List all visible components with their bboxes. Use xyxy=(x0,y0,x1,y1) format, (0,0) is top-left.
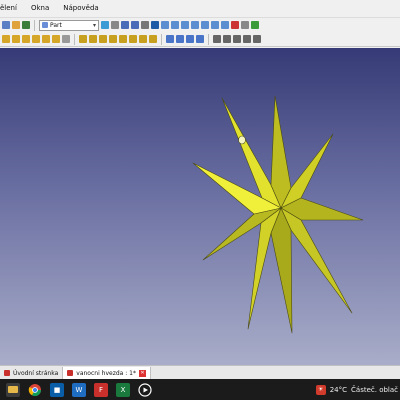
make-face-icon[interactable] xyxy=(129,35,137,43)
cone-icon[interactable] xyxy=(32,35,40,43)
ruled-surface-icon[interactable] xyxy=(139,35,147,43)
macro-icon[interactable] xyxy=(2,21,10,29)
store-icon[interactable]: ■ xyxy=(50,382,64,397)
file-explorer-icon[interactable] xyxy=(6,382,20,397)
separator xyxy=(161,33,162,45)
fuse-icon[interactable] xyxy=(186,35,194,43)
menu-bar: ělení Okna Nápověda xyxy=(0,0,400,16)
tab-label: Úvodní stránka xyxy=(13,369,59,377)
cut-icon[interactable] xyxy=(176,35,184,43)
primitives-icon[interactable] xyxy=(62,35,70,43)
separator xyxy=(34,19,35,31)
run-macro-icon[interactable] xyxy=(251,21,259,29)
close-icon[interactable]: ✕ xyxy=(139,369,146,377)
windows-taskbar: ■ W F X ☀ 24°C Částeč. oblač xyxy=(0,379,400,400)
measure-toggle-icon[interactable] xyxy=(253,35,261,43)
weather-text: Částeč. oblač xyxy=(351,385,398,394)
redo-icon[interactable] xyxy=(22,21,30,29)
view-front-icon[interactable] xyxy=(171,21,179,29)
freecad-taskbar-icon[interactable]: F xyxy=(94,382,108,397)
separator xyxy=(74,33,75,45)
stereo-icon[interactable] xyxy=(151,21,159,29)
torus-icon[interactable] xyxy=(42,35,50,43)
loft-icon[interactable] xyxy=(149,35,157,43)
view-fit-selection-icon[interactable] xyxy=(131,21,139,29)
tab-vanocni-hvezda[interactable]: vanocni hvezda : 1* ✕ xyxy=(63,367,151,379)
hanging-hole xyxy=(238,135,246,145)
menu-view[interactable]: ělení xyxy=(0,4,17,12)
star-ray-face xyxy=(280,133,334,209)
chamfer-icon[interactable] xyxy=(119,35,127,43)
boolean-icon[interactable] xyxy=(166,35,174,43)
view-bottom-icon[interactable] xyxy=(211,21,219,29)
excel-icon[interactable]: X xyxy=(116,382,130,397)
tab-label: vanocni hvezda : 1* xyxy=(76,369,136,377)
common-icon[interactable] xyxy=(196,35,204,43)
extrude-icon[interactable] xyxy=(79,35,87,43)
view-iso-icon[interactable] xyxy=(161,21,169,29)
separator xyxy=(208,33,209,45)
view-top-icon[interactable] xyxy=(181,21,189,29)
media-player-icon[interactable] xyxy=(138,382,152,397)
measure-refresh-icon[interactable] xyxy=(233,35,241,43)
star-ray-face xyxy=(270,95,292,209)
mirror-icon[interactable] xyxy=(99,35,107,43)
workbench-selector[interactable]: Part ▾ xyxy=(39,19,99,31)
tube-icon[interactable] xyxy=(52,35,60,43)
fillet-icon[interactable] xyxy=(109,35,117,43)
chrome-icon[interactable] xyxy=(28,383,42,397)
freecad-icon xyxy=(67,370,74,376)
menu-help[interactable]: Nápověda xyxy=(63,4,98,12)
document-tabs: Úvodní stránka vanocni hvezda : 1* ✕ xyxy=(0,365,400,380)
view-rear-icon[interactable] xyxy=(201,21,209,29)
record-macro-icon[interactable] xyxy=(231,21,239,29)
view-right-icon[interactable] xyxy=(191,21,199,29)
word-icon[interactable]: W xyxy=(72,382,86,397)
tab-start-page[interactable]: Úvodní stránka xyxy=(0,367,64,379)
freecad-icon xyxy=(4,370,10,376)
main-toolbar: Part ▾ xyxy=(0,17,400,32)
revolve-icon[interactable] xyxy=(89,35,97,43)
measure-angular-icon[interactable] xyxy=(223,35,231,43)
whatsthis-icon[interactable] xyxy=(111,21,119,29)
star-ray-face xyxy=(270,207,293,334)
box-icon[interactable] xyxy=(2,35,10,43)
part-toolbar xyxy=(0,32,400,47)
view-fit-all-icon[interactable] xyxy=(121,21,129,29)
draw-style-icon[interactable] xyxy=(141,21,149,29)
measure-linear-icon[interactable] xyxy=(213,35,221,43)
cylinder-icon[interactable] xyxy=(12,35,20,43)
menu-windows[interactable]: Okna xyxy=(31,4,49,12)
measure-clear-icon[interactable] xyxy=(243,35,251,43)
3d-viewport[interactable] xyxy=(0,48,400,365)
sphere-icon[interactable] xyxy=(22,35,30,43)
macro-list-icon[interactable] xyxy=(241,21,249,29)
undo-icon[interactable] xyxy=(12,21,20,29)
weather-temp: 24°C xyxy=(329,385,348,394)
view-left-icon[interactable] xyxy=(221,21,229,29)
system-tray[interactable]: ☀ 24°C Částeč. oblač xyxy=(315,384,400,395)
refresh-icon[interactable] xyxy=(101,21,109,29)
star-model[interactable] xyxy=(0,48,400,365)
part-workbench-icon xyxy=(42,22,48,28)
weather-icon: ☀ xyxy=(315,384,326,395)
chevron-down-icon: ▾ xyxy=(92,21,96,29)
workbench-label: Part xyxy=(50,21,62,29)
